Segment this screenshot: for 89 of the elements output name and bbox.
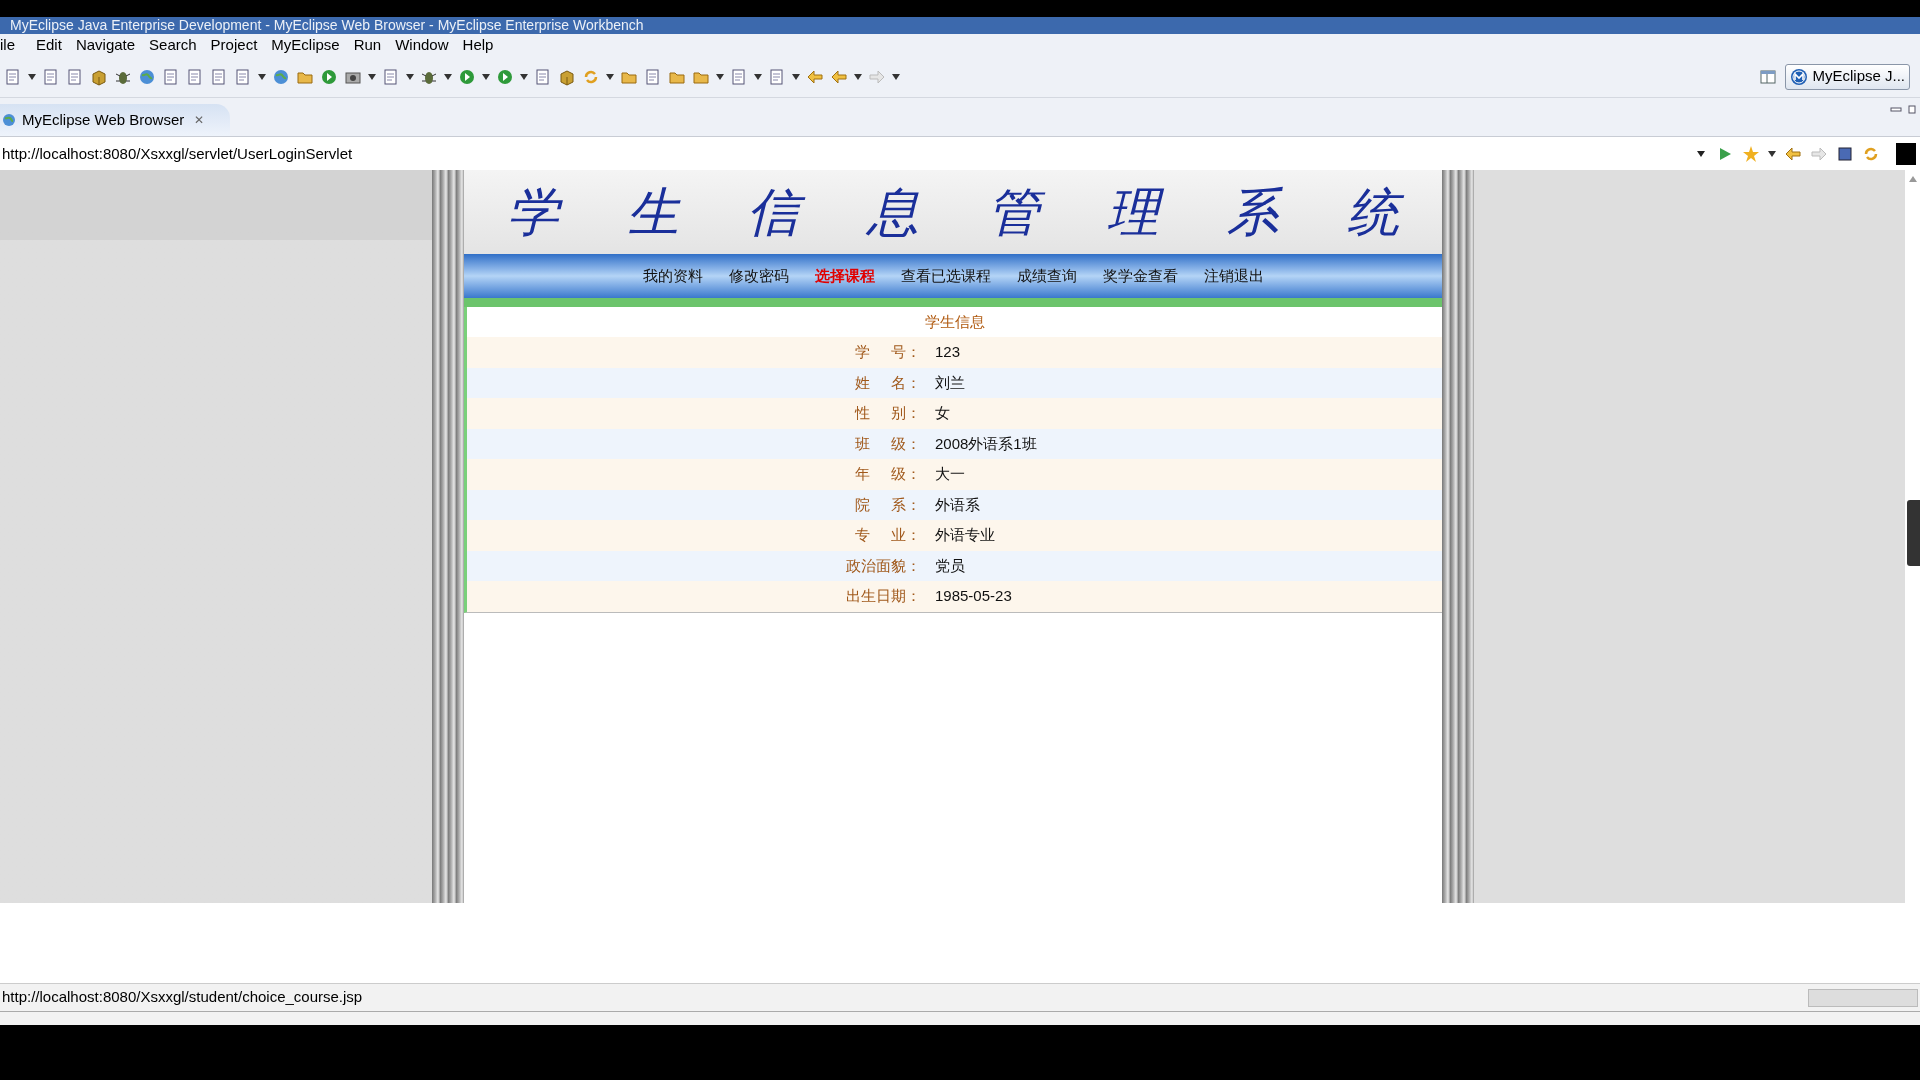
menu-item[interactable]: Edit xyxy=(29,33,69,57)
menu-item[interactable]: Window xyxy=(388,33,456,57)
menu-item[interactable]: ile xyxy=(0,33,29,57)
dropdown-icon[interactable] xyxy=(892,73,900,80)
logo-icon xyxy=(1790,67,1809,86)
field-value: 刘兰 xyxy=(935,372,965,393)
menu-item[interactable]: Navigate xyxy=(68,33,143,57)
field-label: 学 号： xyxy=(855,342,921,362)
doc-icon[interactable] xyxy=(234,67,252,86)
doc-icon[interactable] xyxy=(66,67,84,86)
field-value: 1985-05-23 xyxy=(935,586,1012,606)
run-icon[interactable] xyxy=(458,67,476,86)
nav-link[interactable]: 我的资料 xyxy=(642,264,703,288)
menu-item[interactable]: Run xyxy=(346,33,389,57)
star-icon[interactable] xyxy=(1742,144,1760,163)
globe-icon[interactable] xyxy=(138,67,156,86)
field-label: 政治面貌： xyxy=(846,555,921,576)
dropdown-icon[interactable] xyxy=(716,73,724,80)
stop-icon[interactable] xyxy=(1836,144,1854,163)
doc-icon[interactable] xyxy=(768,67,786,86)
doc-icon[interactable] xyxy=(42,67,60,86)
field-label: 专 业： xyxy=(855,525,921,545)
globe-icon[interactable] xyxy=(272,67,290,86)
scrollbar-thumb[interactable] xyxy=(1907,500,1920,566)
dropdown-icon[interactable] xyxy=(368,73,376,80)
nav-link[interactable]: 修改密码 xyxy=(728,264,789,288)
banner-character: 生 xyxy=(626,180,682,244)
field-label: 姓 名： xyxy=(855,372,921,393)
banner-character: 学 xyxy=(501,175,565,249)
banner-character: 理 xyxy=(1101,175,1165,249)
nav-link[interactable]: 成绩查询 xyxy=(1016,264,1077,288)
view-icon[interactable] xyxy=(1896,142,1916,165)
dropdown-icon[interactable] xyxy=(444,73,452,80)
banner-character: 管 xyxy=(981,175,1045,249)
menu-item[interactable]: Search xyxy=(142,33,204,57)
window-title: MyEclipse Java Enterprise Development - MyEclipse Web Browser - MyEclipse Enterprise Workbench xyxy=(9,16,644,34)
dropdown-icon[interactable] xyxy=(1768,150,1776,157)
dropdown-icon[interactable] xyxy=(606,73,614,80)
dropdown-icon[interactable] xyxy=(754,73,762,80)
field-label: 年 级： xyxy=(855,464,921,484)
banner-character: 系 xyxy=(1221,175,1285,249)
field-value: 外语系 xyxy=(935,494,980,515)
run-icon[interactable] xyxy=(320,67,338,86)
field-label: 性 别： xyxy=(855,403,921,423)
doc-icon[interactable] xyxy=(534,67,552,86)
doc-icon[interactable] xyxy=(162,67,180,86)
dropdown-icon[interactable] xyxy=(482,73,490,80)
field-value: 大一 xyxy=(935,464,965,484)
dropdown-icon[interactable] xyxy=(406,73,414,80)
nav-link[interactable]: 查看已选课程 xyxy=(900,264,991,288)
run-icon[interactable] xyxy=(496,67,514,86)
doc-icon[interactable] xyxy=(210,67,228,86)
field-value: 党员 xyxy=(935,555,965,576)
dropdown-icon[interactable] xyxy=(854,73,862,80)
globe-icon xyxy=(2,113,16,127)
status-text: http://localhost:8080/Xsxxgl/student/choice_course.jsp xyxy=(1,987,363,1008)
field-label: 院 系： xyxy=(855,494,921,515)
doc-icon[interactable] xyxy=(186,67,204,86)
menu-item[interactable]: MyEclipse xyxy=(264,33,347,57)
perspective-button[interactable]: MyEclipse J... xyxy=(1785,63,1910,90)
field-value: 2008外语系1班 xyxy=(935,433,1037,454)
editor-tab[interactable]: MyEclipse Web Browser ✕ xyxy=(0,104,230,136)
field-value: 女 xyxy=(935,403,950,423)
dropdown-icon[interactable] xyxy=(792,73,800,80)
field-value: 123 xyxy=(935,342,961,362)
table-title: 学生信息 xyxy=(924,311,985,332)
banner-character: 息 xyxy=(865,180,920,244)
doc-icon[interactable] xyxy=(4,67,22,86)
dropdown-icon[interactable] xyxy=(258,73,266,80)
menu-item[interactable]: Help xyxy=(455,33,501,57)
open-perspective-icon[interactable] xyxy=(1759,67,1778,86)
banner-character: 信 xyxy=(741,175,805,249)
doc-icon[interactable] xyxy=(644,67,662,86)
scroll-up-icon[interactable] xyxy=(1908,176,1917,182)
field-label: 出生日期： xyxy=(846,586,921,606)
nav-link[interactable]: 注销退出 xyxy=(1203,264,1264,288)
nav-link[interactable]: 奖学金查看 xyxy=(1102,264,1178,288)
menu-item[interactable]: Project xyxy=(203,33,265,57)
doc-icon[interactable] xyxy=(382,67,400,86)
dropdown-icon[interactable] xyxy=(1696,149,1706,158)
dropdown-icon[interactable] xyxy=(520,73,528,80)
doc-icon[interactable] xyxy=(730,67,748,86)
dropdown-icon[interactable] xyxy=(28,73,36,80)
close-button[interactable]: ✕ xyxy=(194,111,205,129)
maximize-icon[interactable] xyxy=(1908,104,1916,114)
field-value: 外语专业 xyxy=(935,525,995,545)
field-label: 班 级： xyxy=(855,433,921,454)
banner-character: 统 xyxy=(1341,175,1405,249)
minimize-icon[interactable] xyxy=(1890,104,1902,114)
